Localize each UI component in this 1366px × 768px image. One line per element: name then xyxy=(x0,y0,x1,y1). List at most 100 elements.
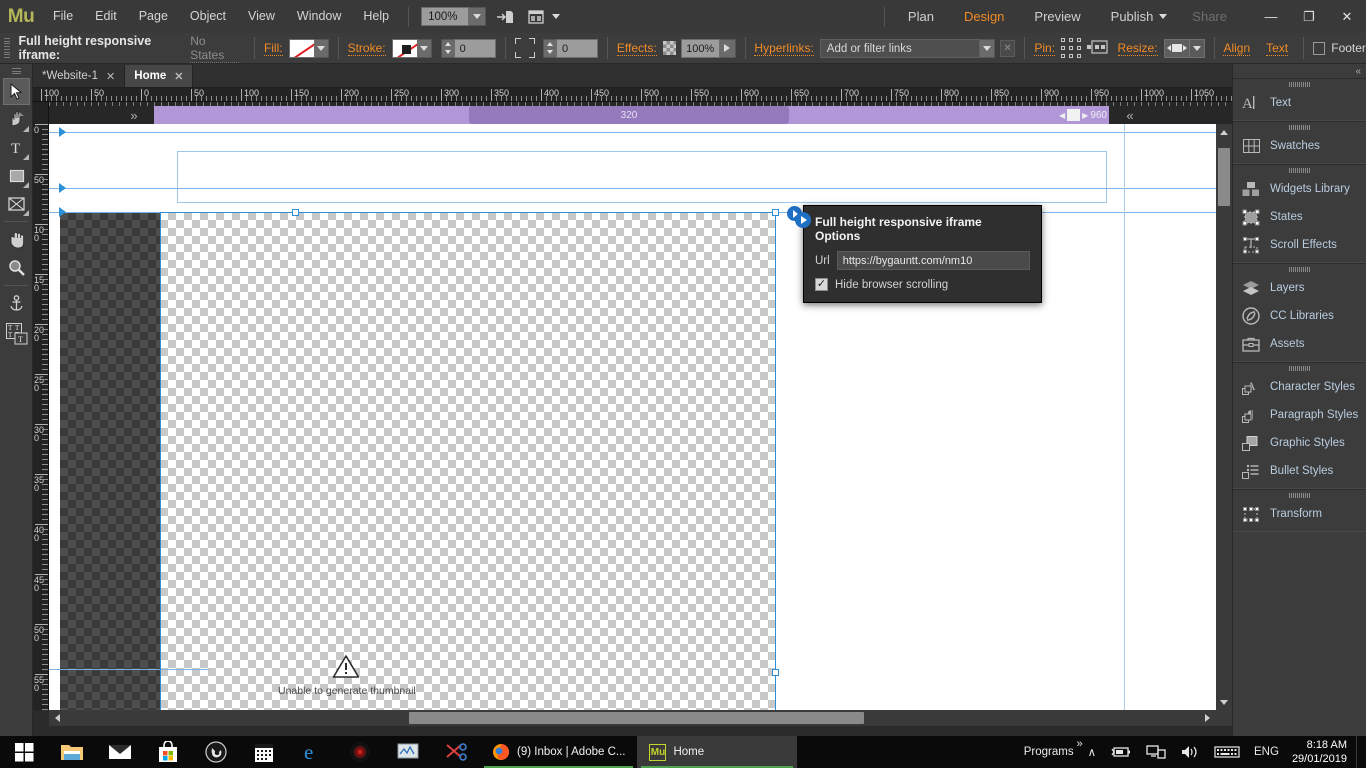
layout-dropdown-icon[interactable] xyxy=(550,4,562,30)
corner-radius-icon[interactable] xyxy=(514,38,535,58)
anchor-tool[interactable] xyxy=(3,290,30,317)
breakpoint-bar[interactable]: 320 » ◀ ▶ 960 « xyxy=(49,102,1232,124)
file-explorer-icon[interactable] xyxy=(48,736,96,768)
horizontal-ruler[interactable]: 100 50 0 50 100 150 200 250 300 350 400 450 500 550 60… xyxy=(33,88,1232,102)
resize-label[interactable]: Resize: xyxy=(1117,41,1158,56)
vertical-ruler[interactable]: 0 50 100 150 200 250 300 350 400 450 500 550 xyxy=(33,102,49,710)
text-styles-tool[interactable]: T T T T T xyxy=(3,320,30,347)
panel-item-character-styles[interactable]: A Character Styles xyxy=(1233,373,1366,401)
toolbar-gripper[interactable] xyxy=(11,68,21,74)
panel-item-transform[interactable]: Transform xyxy=(1233,500,1366,528)
programs-overflow-icon[interactable]: » xyxy=(1076,738,1082,750)
breakpoint-960-handle[interactable]: ◀ ▶ 960 xyxy=(1059,109,1107,121)
stroke-weight-spinner[interactable] xyxy=(440,38,454,58)
scroll-up-icon[interactable] xyxy=(1216,124,1232,140)
panel-item-swatches[interactable]: Swatches xyxy=(1233,132,1366,160)
tab-close-icon[interactable]: ✕ xyxy=(106,70,115,83)
stroke-swatch[interactable] xyxy=(391,38,418,58)
zoom-tool[interactable] xyxy=(3,254,30,281)
panel-item-paragraph-styles[interactable]: ¶ Paragraph Styles xyxy=(1233,401,1366,429)
hand-tool[interactable] xyxy=(3,226,30,253)
stroke-label[interactable]: Stroke: xyxy=(347,41,386,56)
language-indicator[interactable]: ENG xyxy=(1247,736,1286,768)
game-app-icon[interactable] xyxy=(336,736,384,768)
hyperlinks-label[interactable]: Hyperlinks: xyxy=(754,41,814,56)
crop-tool[interactable] xyxy=(3,106,30,133)
mode-plan[interactable]: Plan xyxy=(893,0,949,33)
panel-item-bullet-styles[interactable]: Bullet Styles xyxy=(1233,457,1366,485)
volume-icon[interactable] xyxy=(1173,736,1207,768)
monitor-app-icon[interactable] xyxy=(384,736,432,768)
text-tool[interactable]: T xyxy=(3,134,30,161)
panel-item-cc-libraries[interactable]: CC Libraries xyxy=(1233,302,1366,330)
scroll-left-icon[interactable] xyxy=(49,710,65,726)
hyperlinks-dropdown-icon[interactable] xyxy=(979,38,995,58)
microsoft-store-icon[interactable] xyxy=(144,736,192,768)
menu-object[interactable]: Object xyxy=(179,0,237,33)
panel-group-gripper[interactable] xyxy=(1288,125,1311,130)
corner-radius-spinner[interactable] xyxy=(542,38,556,58)
vertical-scroll-thumb[interactable] xyxy=(1218,148,1230,206)
resize-mode-icon[interactable] xyxy=(1163,38,1190,58)
panel-item-graphic-styles[interactable]: Graphic Styles xyxy=(1233,429,1366,457)
menu-file[interactable]: File xyxy=(42,0,84,33)
stroke-dropdown-icon[interactable] xyxy=(417,38,432,58)
footer-checkbox[interactable] xyxy=(1313,41,1326,55)
panel-item-scroll-effects[interactable]: Scroll Effects xyxy=(1233,231,1366,259)
breakpoint-collapse-left-icon[interactable]: » xyxy=(121,106,147,124)
minimize-button[interactable]: — xyxy=(1252,2,1290,31)
pin-label[interactable]: Pin: xyxy=(1034,41,1056,56)
guide-marker-header[interactable] xyxy=(59,183,66,193)
corner-radius-value[interactable]: 0 xyxy=(555,38,598,58)
tray-chevron-icon[interactable]: ∧ xyxy=(1081,736,1103,768)
fill-label[interactable]: Fill: xyxy=(263,41,283,56)
mode-publish[interactable]: Publish xyxy=(1096,0,1160,33)
zoom-value[interactable]: 100% xyxy=(421,7,470,26)
hide-scrolling-checkbox[interactable]: ✓ xyxy=(815,278,828,291)
show-desktop-button[interactable] xyxy=(1356,736,1362,768)
stroke-weight-stepper[interactable]: 0 xyxy=(440,38,496,58)
panel-group-gripper[interactable] xyxy=(1288,82,1311,87)
new-page-icon[interactable] xyxy=(492,4,518,30)
panel-group-gripper[interactable] xyxy=(1288,267,1311,272)
scroll-down-icon[interactable] xyxy=(1216,694,1232,710)
panel-item-text[interactable]: A Text xyxy=(1233,89,1366,117)
unreal-engine-icon[interactable] xyxy=(192,736,240,768)
selection-handle-top[interactable] xyxy=(292,209,299,216)
menu-page[interactable]: Page xyxy=(128,0,179,33)
taskbar-window-firefox[interactable]: (9) Inbox | Adobe C... xyxy=(480,736,637,768)
programs-tray-label[interactable]: Programs » xyxy=(1017,736,1083,768)
scroll-right-icon[interactable] xyxy=(1199,710,1215,726)
pin-grid-icon[interactable] xyxy=(1061,37,1082,59)
clock[interactable]: 8:18 AM 29/01/2019 xyxy=(1286,738,1356,766)
text-label[interactable]: Text xyxy=(1266,41,1289,56)
effects-expand-icon[interactable] xyxy=(719,38,736,58)
fill-swatch[interactable] xyxy=(288,38,315,58)
design-canvas[interactable]: Unable to generate thumbnail Full height… xyxy=(49,124,1232,710)
network-icon[interactable] xyxy=(1139,736,1173,768)
guide-marker-content[interactable] xyxy=(59,207,66,217)
menu-view[interactable]: View xyxy=(237,0,286,33)
rectangle-tool[interactable] xyxy=(3,162,30,189)
panel-group-gripper[interactable] xyxy=(1288,493,1311,498)
edge-browser-icon[interactable]: e xyxy=(288,736,336,768)
restore-button[interactable]: ❐ xyxy=(1290,2,1328,31)
tab-close-icon[interactable]: ✕ xyxy=(174,70,183,83)
horizontal-scrollbar[interactable] xyxy=(49,710,1232,726)
mail-icon[interactable] xyxy=(96,736,144,768)
close-button[interactable]: ✕ xyxy=(1328,2,1366,31)
mode-share[interactable]: Share xyxy=(1177,0,1242,33)
selected-widget-outline[interactable] xyxy=(160,212,776,710)
align-label[interactable]: Align xyxy=(1223,41,1251,56)
guide-page-right[interactable] xyxy=(1124,124,1125,710)
panel-collapse-icon[interactable]: « xyxy=(1233,64,1366,78)
panel-group-gripper[interactable] xyxy=(1288,168,1311,173)
zoom-control[interactable]: 100% xyxy=(421,7,487,26)
battery-icon[interactable] xyxy=(1103,736,1139,768)
corner-radius-stepper[interactable]: 0 xyxy=(542,38,598,58)
selection-handle-bottom-right[interactable] xyxy=(772,669,779,676)
effects-label[interactable]: Effects: xyxy=(616,41,657,56)
guide-header[interactable] xyxy=(49,188,1232,189)
fill-dropdown-icon[interactable] xyxy=(314,38,329,58)
zoom-dropdown-icon[interactable] xyxy=(469,7,487,26)
